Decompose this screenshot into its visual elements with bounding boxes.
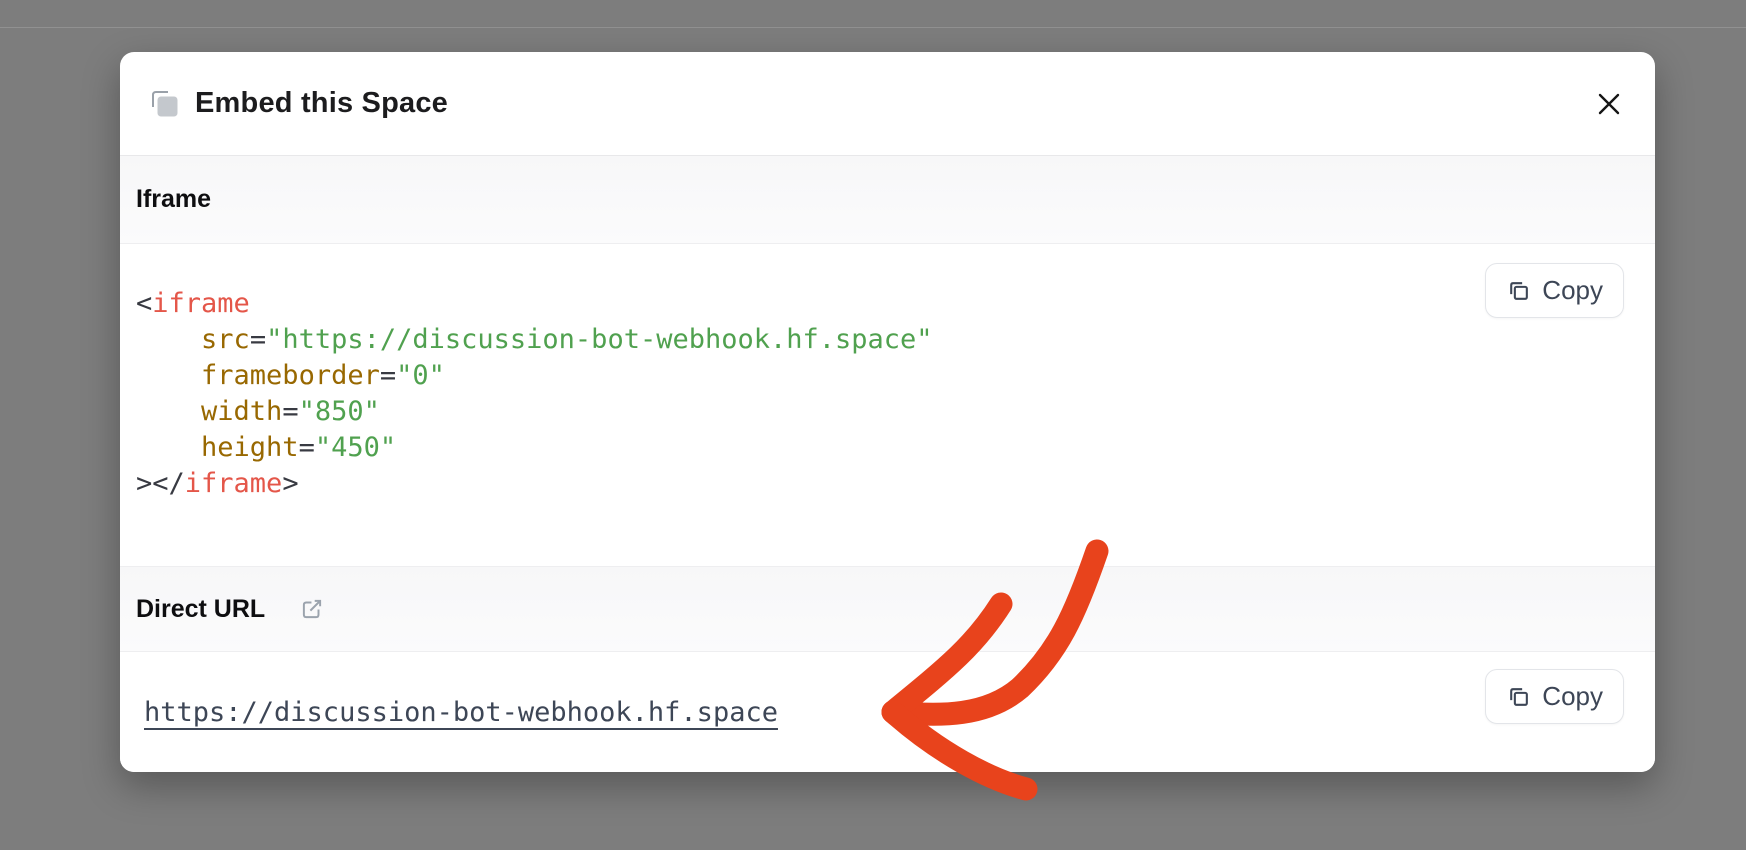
modal-header: Embed this Space: [120, 52, 1655, 156]
direct-url-row: https://discussion-bot-webhook.hf.space: [120, 652, 1655, 772]
copy-stack-icon: [148, 87, 182, 121]
embed-space-modal: Embed this Space Iframe <iframe src="htt…: [120, 52, 1655, 772]
direct-url-section-label: Direct URL: [136, 595, 265, 624]
close-x-icon: [1596, 91, 1622, 117]
backdrop-divider: [0, 27, 1746, 28]
copy-url-button[interactable]: Copy: [1485, 669, 1624, 724]
iframe-section-header: Iframe: [120, 156, 1655, 244]
copy-url-button-label: Copy: [1542, 681, 1603, 712]
iframe-section-label: Iframe: [136, 185, 211, 214]
external-link-icon[interactable]: [299, 596, 325, 622]
page-title: Embed this Space: [195, 87, 448, 120]
copy-iframe-button[interactable]: Copy: [1485, 263, 1624, 318]
copy-iframe-button-label: Copy: [1542, 275, 1603, 306]
direct-url-section-header: Direct URL: [120, 566, 1655, 652]
copy-icon: [1506, 278, 1531, 303]
copy-icon: [1506, 684, 1531, 709]
code-block: <iframe src="https://discussion-bot-webh…: [120, 244, 1655, 502]
direct-url-link[interactable]: https://discussion-bot-webhook.hf.space: [144, 697, 778, 728]
iframe-code-section: <iframe src="https://discussion-bot-webh…: [120, 244, 1655, 566]
close-button[interactable]: [1587, 82, 1631, 126]
